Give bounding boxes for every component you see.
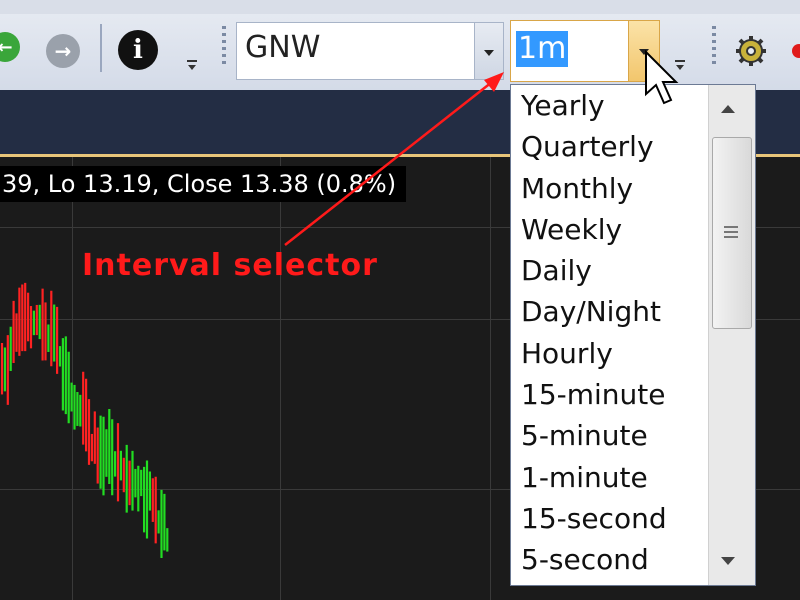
forward-button[interactable]: →	[46, 34, 80, 68]
interval-selector-annotation: Interval selector	[82, 248, 378, 283]
price-bars	[0, 282, 169, 559]
toolbar: ← → i GNW 1m	[0, 0, 800, 91]
interval-option-5-second[interactable]: 5-second	[511, 539, 707, 580]
toolbar-top-strip	[0, 0, 800, 14]
symbol-value[interactable]: GNW	[245, 30, 320, 65]
interval-option-1-minute[interactable]: 1-minute	[511, 457, 707, 498]
gear-icon[interactable]	[734, 34, 768, 68]
arrow-right-icon: →	[54, 39, 72, 63]
interval-option-quarterly[interactable]: Quarterly	[511, 126, 707, 167]
ohlc-readout: 39, Lo 13.19, Close 13.38 (0.8%)	[0, 166, 407, 202]
dropdown-scrollbar[interactable]	[708, 85, 755, 585]
info-icon: i	[133, 35, 143, 65]
info-button[interactable]: i	[118, 30, 158, 70]
arrow-left-icon: ←	[0, 36, 13, 58]
red-dot-icon[interactable]	[792, 44, 800, 58]
grid-line	[280, 157, 281, 600]
interval-option-5-minute[interactable]: 5-minute	[511, 415, 707, 456]
interval-option-daily[interactable]: Daily	[511, 250, 707, 291]
interval-option-15-second[interactable]: 15-second	[511, 498, 707, 539]
interval-option-hourly[interactable]: Hourly	[511, 333, 707, 374]
symbol-dropdown-button[interactable]	[474, 23, 503, 79]
interval-value[interactable]: 1m	[516, 31, 569, 67]
interval-dropdown-list[interactable]: Yearly Quarterly Monthly Weekly Daily Da…	[510, 84, 756, 586]
toolbar-separator	[100, 24, 102, 72]
scroll-down-arrow-icon[interactable]	[721, 557, 735, 565]
interval-option-weekly[interactable]: Weekly	[511, 209, 707, 250]
back-button[interactable]: ←	[0, 32, 20, 62]
interval-options: Yearly Quarterly Monthly Weekly Daily Da…	[511, 85, 707, 581]
toolbar-overflow-button[interactable]	[184, 58, 200, 74]
interval-combobox[interactable]: 1m	[510, 20, 660, 82]
scrollbar-thumb[interactable]	[712, 137, 752, 329]
toolbar-grip-2[interactable]	[712, 26, 716, 66]
scrollbar-grip-icon	[724, 226, 738, 238]
interval-option-monthly[interactable]: Monthly	[511, 168, 707, 209]
grid-line	[490, 157, 491, 600]
interval-option-day-night[interactable]: Day/Night	[511, 291, 707, 332]
scroll-up-arrow-icon[interactable]	[721, 105, 735, 113]
interval-option-15-minute[interactable]: 15-minute	[511, 374, 707, 415]
mouse-cursor-icon	[644, 49, 680, 110]
toolbar-grip[interactable]	[222, 26, 226, 66]
symbol-combobox[interactable]: GNW	[236, 22, 504, 80]
